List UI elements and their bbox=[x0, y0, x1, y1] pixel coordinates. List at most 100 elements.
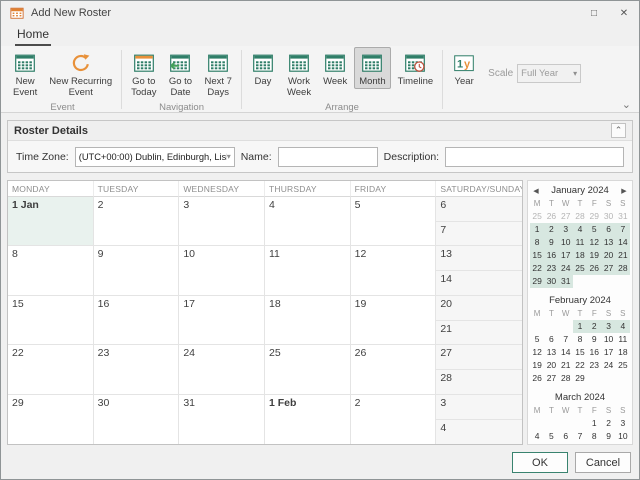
mini-date-30[interactable]: 30 bbox=[544, 275, 558, 288]
mini-date-1[interactable]: 1 bbox=[587, 417, 601, 430]
mini-date-26[interactable]: 26 bbox=[544, 210, 558, 223]
day-cell-26[interactable]: 26 bbox=[351, 345, 437, 394]
ribbon-button-week[interactable]: Week bbox=[318, 47, 352, 89]
mini-date-1[interactable]: 1 bbox=[530, 223, 544, 236]
day-cell-15[interactable]: 15 bbox=[8, 296, 94, 345]
mini-date-8[interactable]: 8 bbox=[587, 430, 601, 443]
mini-date-9[interactable]: 9 bbox=[544, 236, 558, 249]
mini-date-14[interactable]: 14 bbox=[616, 236, 630, 249]
mini-date-10[interactable]: 10 bbox=[559, 236, 573, 249]
mini-date-10[interactable]: 10 bbox=[616, 430, 630, 443]
day-cell-20[interactable]: 20 bbox=[436, 296, 522, 321]
day-cell-28[interactable]: 28 bbox=[436, 370, 522, 394]
mini-date-2[interactable]: 2 bbox=[544, 223, 558, 236]
next-month-arrow-icon[interactable]: ▶ bbox=[618, 187, 630, 195]
mini-date-17[interactable]: 17 bbox=[616, 443, 630, 445]
mini-date-5[interactable]: 5 bbox=[544, 430, 558, 443]
day-cell-3[interactable]: 3 bbox=[179, 197, 265, 246]
mini-date-28[interactable]: 28 bbox=[573, 210, 587, 223]
day-cell-18[interactable]: 18 bbox=[265, 296, 351, 345]
mini-date-16[interactable]: 16 bbox=[587, 346, 601, 359]
mini-date-7[interactable]: 7 bbox=[616, 223, 630, 236]
mini-date-26[interactable]: 26 bbox=[587, 262, 601, 275]
mini-date-18[interactable]: 18 bbox=[616, 346, 630, 359]
day-cell-5[interactable]: 5 bbox=[351, 197, 437, 246]
mini-date-30[interactable]: 30 bbox=[601, 210, 615, 223]
day-cell-12[interactable]: 12 bbox=[351, 246, 437, 295]
mini-date-5[interactable]: 5 bbox=[587, 223, 601, 236]
close-button[interactable]: ✕ bbox=[609, 1, 639, 25]
day-cell-7[interactable]: 7 bbox=[436, 222, 522, 246]
mini-date-10[interactable]: 10 bbox=[601, 333, 615, 346]
mini-date-17[interactable]: 17 bbox=[559, 249, 573, 262]
day-cell-17[interactable]: 17 bbox=[179, 296, 265, 345]
mini-date-23[interactable]: 23 bbox=[587, 359, 601, 372]
mini-date-8[interactable]: 8 bbox=[530, 236, 544, 249]
day-cell-29[interactable]: 29 bbox=[8, 395, 94, 444]
ribbon-button-go-to-today[interactable]: Go toToday bbox=[126, 47, 161, 101]
mini-date-29[interactable]: 29 bbox=[587, 210, 601, 223]
mini-date-28[interactable]: 28 bbox=[616, 262, 630, 275]
mini-date-14[interactable]: 14 bbox=[559, 346, 573, 359]
mini-date-16[interactable]: 16 bbox=[544, 249, 558, 262]
mini-date-12[interactable]: 12 bbox=[587, 236, 601, 249]
day-cell-24[interactable]: 24 bbox=[179, 345, 265, 394]
day-cell-6[interactable]: 6 bbox=[436, 197, 522, 222]
mini-date-11[interactable]: 11 bbox=[530, 443, 544, 445]
mini-date-21[interactable]: 21 bbox=[616, 249, 630, 262]
day-cell-1-jan[interactable]: 1 Jan bbox=[8, 197, 94, 246]
mini-date-12[interactable]: 12 bbox=[530, 346, 544, 359]
mini-date-7[interactable]: 7 bbox=[573, 430, 587, 443]
ribbon-button-new-recurring-event[interactable]: New RecurringEvent bbox=[44, 47, 117, 101]
mini-date-11[interactable]: 11 bbox=[573, 236, 587, 249]
ribbon-button-work-week[interactable]: WorkWeek bbox=[282, 47, 316, 101]
mini-date-31[interactable]: 31 bbox=[616, 210, 630, 223]
day-cell-1-feb[interactable]: 1 Feb bbox=[265, 395, 351, 444]
ribbon-button-new-event[interactable]: NewEvent bbox=[8, 47, 42, 101]
description-field[interactable] bbox=[445, 147, 624, 167]
mini-date-29[interactable]: 29 bbox=[530, 275, 544, 288]
day-cell-4[interactable]: 4 bbox=[265, 197, 351, 246]
mini-date-4[interactable]: 4 bbox=[573, 223, 587, 236]
ribbon-button-go-to-date[interactable]: Go toDate bbox=[163, 47, 197, 101]
ribbon-collapse-chevron-icon[interactable]: ⌄ bbox=[622, 100, 631, 111]
mini-date-3[interactable]: 3 bbox=[601, 320, 615, 333]
day-cell-8[interactable]: 8 bbox=[8, 246, 94, 295]
mini-date-16[interactable]: 16 bbox=[601, 443, 615, 445]
ribbon-button-timeline[interactable]: Timeline bbox=[393, 47, 439, 89]
mini-date-25[interactable]: 25 bbox=[616, 359, 630, 372]
mini-date-2[interactable]: 2 bbox=[601, 417, 615, 430]
mini-date-22[interactable]: 22 bbox=[573, 359, 587, 372]
ok-button[interactable]: OK bbox=[512, 452, 568, 473]
tab-home[interactable]: Home bbox=[15, 27, 51, 46]
day-cell-10[interactable]: 10 bbox=[179, 246, 265, 295]
mini-date-24[interactable]: 24 bbox=[601, 359, 615, 372]
cancel-button[interactable]: Cancel bbox=[575, 452, 631, 473]
mini-date-27[interactable]: 27 bbox=[544, 372, 558, 385]
mini-date-9[interactable]: 9 bbox=[601, 430, 615, 443]
day-cell-31[interactable]: 31 bbox=[179, 395, 265, 444]
mini-date-27[interactable]: 27 bbox=[601, 262, 615, 275]
mini-date-26[interactable]: 26 bbox=[530, 372, 544, 385]
mini-date-9[interactable]: 9 bbox=[587, 333, 601, 346]
day-cell-22[interactable]: 22 bbox=[8, 345, 94, 394]
mini-date-13[interactable]: 13 bbox=[544, 346, 558, 359]
mini-date-20[interactable]: 20 bbox=[544, 359, 558, 372]
mini-date-21[interactable]: 21 bbox=[559, 359, 573, 372]
mini-date-3[interactable]: 3 bbox=[559, 223, 573, 236]
mini-date-19[interactable]: 19 bbox=[587, 249, 601, 262]
ribbon-button-year[interactable]: 1yYear bbox=[447, 47, 481, 89]
mini-date-24[interactable]: 24 bbox=[559, 262, 573, 275]
mini-date-20[interactable]: 20 bbox=[601, 249, 615, 262]
mini-date-2[interactable]: 2 bbox=[587, 320, 601, 333]
mini-date-8[interactable]: 8 bbox=[573, 333, 587, 346]
mini-date-18[interactable]: 18 bbox=[573, 249, 587, 262]
mini-date-25[interactable]: 25 bbox=[573, 262, 587, 275]
day-cell-11[interactable]: 11 bbox=[265, 246, 351, 295]
scale-dropdown[interactable]: Full Year▾ bbox=[517, 64, 581, 83]
mini-date-15[interactable]: 15 bbox=[587, 443, 601, 445]
day-cell-3[interactable]: 3 bbox=[436, 395, 522, 420]
mini-date-28[interactable]: 28 bbox=[559, 372, 573, 385]
ribbon-button-next-7-days[interactable]: Next 7Days bbox=[199, 47, 236, 101]
mini-date-6[interactable]: 6 bbox=[559, 430, 573, 443]
